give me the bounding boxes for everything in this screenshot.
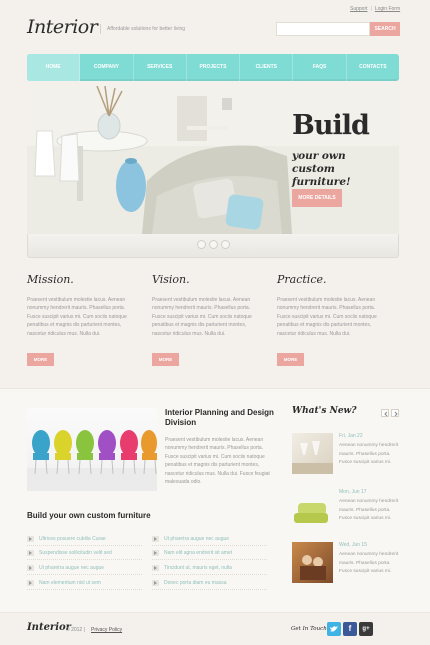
mission-title: Mission.: [27, 273, 74, 286]
site-logo[interactable]: Interior: [27, 16, 98, 38]
list-item[interactable]: Ut pharetra augue nec augue: [27, 561, 142, 575]
support-link[interactable]: Support: [350, 6, 368, 12]
arrow-right-icon: [152, 580, 159, 586]
nav-home[interactable]: HOME: [27, 54, 81, 81]
news-text: Aenean nonummy hendrerit mauris. Phasell…: [339, 499, 399, 521]
google-plus-button[interactable]: g+: [359, 622, 373, 636]
privacy-policy-link[interactable]: Privacy Policy: [91, 627, 122, 633]
news-text: Aenean nonummy hendrerit mauris. Phasell…: [339, 552, 399, 574]
interior-planning-title: Interior Planning and Design Division: [165, 408, 274, 427]
login-form-link[interactable]: Login Form: [375, 6, 400, 12]
nav-projects[interactable]: PROJECTS: [187, 54, 241, 81]
list-item[interactable]: Donec porta diam eu massa: [152, 576, 267, 590]
chevron-right-icon: [394, 411, 398, 417]
news-next-button[interactable]: [391, 409, 399, 417]
nav-company[interactable]: COMPANY: [80, 54, 134, 81]
mission-more-button[interactable]: MORE: [27, 353, 54, 366]
vision-title: Vision.: [152, 273, 190, 286]
whats-new-title: What's New?: [292, 406, 357, 416]
banner-subheadline: your own custom furniture!: [292, 150, 351, 188]
get-in-touch-label: Get In Touch:: [291, 626, 329, 632]
tagline: Affordable solutions for better living: [100, 24, 185, 34]
practice-title: Practice.: [277, 273, 327, 286]
build-furniture-title: Build your own custom furniture: [27, 511, 151, 520]
practice-column: Practice. Praesent vestibulum molestie l…: [277, 273, 387, 366]
news-date: Wed, Jun 15: [339, 542, 367, 548]
slide-dot-2[interactable]: [209, 240, 218, 249]
twitter-icon: [330, 626, 338, 632]
arrow-right-icon: [27, 536, 34, 542]
more-details-button[interactable]: MORE DETAILS: [292, 189, 342, 207]
facebook-button[interactable]: f: [343, 622, 357, 636]
top-links: Support | Login Form: [350, 6, 401, 12]
news-item[interactable]: Wed, Jun 15 Aenean nonummy hendrerit mau…: [292, 542, 402, 587]
vision-column: Vision. Praesent vestibulum molestie lac…: [152, 273, 262, 366]
slide-dot-1[interactable]: [197, 240, 206, 249]
list-item[interactable]: Suspendisse sollicitudin velit sed: [27, 546, 142, 560]
slide-dot-3[interactable]: [221, 240, 230, 249]
news-thumbnail: [292, 542, 333, 583]
news-thumbnail: [292, 433, 333, 474]
news-thumbnail: [292, 489, 333, 530]
main-nav: HOME COMPANY SERVICES PROJECTS CLIENTS F…: [27, 54, 399, 81]
list-item[interactable]: Nam elementum nisl ut sem: [27, 576, 142, 590]
arrow-right-icon: [152, 550, 159, 556]
copyright: © 2012 |: [66, 627, 85, 633]
mission-text: Praesent vestibulum molestie lacus. Aene…: [27, 297, 127, 337]
banner-headline: Build: [292, 110, 370, 141]
list-item[interactable]: Tincidunt ut, mauris eget, nulla: [152, 561, 267, 575]
slider-pager: [27, 234, 399, 258]
interior-planning-text: Praesent vestibulum molestie lacus. Aene…: [165, 437, 270, 486]
news-item[interactable]: Fri, Jan 22 Aenean nonummy hendrerit mau…: [292, 433, 402, 478]
news-prev-button[interactable]: [381, 409, 389, 417]
vision-text: Praesent vestibulum molestie lacus. Aene…: [152, 297, 252, 337]
colorful-chairs-image: [27, 408, 157, 491]
list-item[interactable]: Nam elit agna endrerit sit amet: [152, 546, 267, 560]
footer-logo[interactable]: Interior: [27, 622, 71, 633]
nav-contacts[interactable]: CONTACTS: [347, 54, 399, 81]
news-text: Aenean nonummy hendrerit mauris. Phasell…: [339, 443, 399, 465]
vision-more-button[interactable]: MORE: [152, 353, 179, 366]
news-date: Fri, Jan 22: [339, 433, 363, 439]
chevron-left-icon: [384, 411, 388, 417]
news-item[interactable]: Mon, Jun 17 Aenean nonummy hendrerit mau…: [292, 489, 402, 534]
search-input[interactable]: [276, 22, 370, 36]
twitter-button[interactable]: [327, 622, 341, 636]
list-item[interactable]: Ultrices posuere cubilia Curae: [27, 532, 142, 546]
mission-column: Mission. Praesent vestibulum molestie la…: [27, 273, 137, 366]
nav-services[interactable]: SERVICES: [134, 54, 187, 81]
arrow-right-icon: [27, 550, 34, 556]
arrow-right-icon: [152, 565, 159, 571]
facebook-icon: f: [348, 624, 352, 633]
nav-faqs[interactable]: FAQS: [293, 54, 347, 81]
nav-clients[interactable]: CLIENTS: [240, 54, 294, 81]
arrow-right-icon: [27, 580, 34, 586]
arrow-right-icon: [27, 565, 34, 571]
practice-more-button[interactable]: MORE: [277, 353, 304, 366]
arrow-right-icon: [152, 536, 159, 542]
practice-text: Praesent vestibulum molestie lacus. Aene…: [277, 297, 377, 337]
news-date: Mon, Jun 17: [339, 489, 367, 495]
google-plus-icon: g+: [362, 626, 370, 632]
list-item[interactable]: Ut pharetra augue nec augue: [152, 532, 267, 546]
search-button[interactable]: SEARCH: [370, 22, 400, 36]
